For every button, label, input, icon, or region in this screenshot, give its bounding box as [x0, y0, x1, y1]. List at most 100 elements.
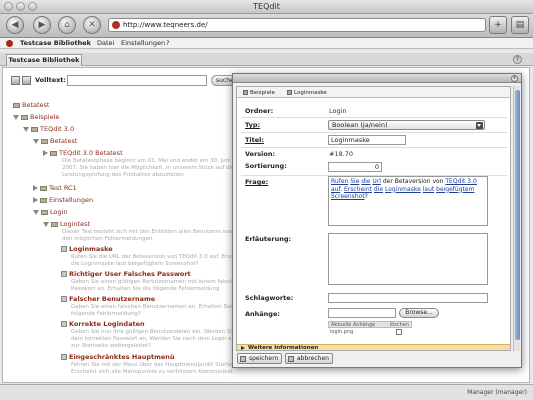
erlaeuterung-textarea[interactable] — [328, 233, 488, 285]
search-label: Volltext: — [35, 76, 67, 84]
browse-button[interactable]: Browse... — [399, 308, 439, 318]
tree-node[interactable]: TEQdit 3.0 Betatest — [43, 149, 123, 157]
testcase-icon — [61, 271, 67, 277]
delete-attachment-checkbox[interactable] — [396, 329, 402, 335]
attachments-table: Aktuelle Anhänge löschen login.png — [328, 321, 412, 336]
ordner-value: Login — [329, 107, 347, 115]
home-button[interactable]: ⌂ — [58, 16, 76, 34]
frage-textarea[interactable]: Rufen Sie die Url der Betaversion von TE… — [328, 176, 488, 226]
teqdit-logo-icon — [6, 40, 13, 47]
app-menubar: Testcase Bibliothek Datei Einstellungen … — [0, 38, 533, 49]
tree-node[interactable]: Eingeschränktes Hauptmenü — [61, 353, 175, 361]
tree-node[interactable]: Richtiger User Falsches Passwort — [61, 270, 191, 278]
testcase-edit-dialog: x Beispiele Loginmaske Ordner: Login Typ… — [232, 73, 522, 368]
back-button[interactable]: ◀ — [6, 16, 24, 34]
breadcrumb-loginmaske[interactable]: Loginmaske — [287, 89, 327, 97]
attachment-row: login.png — [328, 328, 412, 336]
divider — [241, 132, 507, 133]
sortierung-input[interactable]: 0 — [328, 162, 382, 172]
folder-icon — [50, 150, 57, 156]
tree-node[interactable]: Logintest — [43, 220, 90, 228]
address-bar[interactable]: http://www.teqneers.de/ — [108, 18, 486, 32]
stop-button[interactable]: ✕ — [83, 16, 101, 34]
folder-icon — [41, 138, 48, 144]
add-bookmark-icon: + — [494, 20, 502, 30]
erlaeuterung-label: Erläuterung: — [245, 235, 292, 243]
window-title: TEQdit — [253, 2, 280, 11]
browser-toolbar: ◀ ▶ ⌂ ✕ http://www.teqneers.de/ + ▤ — [0, 14, 533, 38]
expand-all-button[interactable] — [11, 76, 20, 85]
tree-node[interactable]: Loginmaske — [61, 245, 113, 253]
cancel-button[interactable]: abbrechen — [285, 353, 333, 364]
breadcrumb-beispiele[interactable]: Beispiele — [243, 89, 275, 97]
folder-icon — [40, 197, 47, 203]
dialog-scrollbar[interactable] — [513, 86, 520, 351]
folder-icon — [21, 114, 28, 120]
site-favicon-icon — [112, 21, 120, 29]
tab-strip: Testcase Bibliothek ? — [0, 53, 533, 66]
version-value: #18.70 — [329, 150, 354, 158]
menu-testcase-bibliothek[interactable]: Testcase Bibliothek — [20, 38, 91, 49]
scrollbar-thumb[interactable] — [515, 90, 520, 340]
window-titlebar: TEQdit — [0, 0, 533, 14]
folder-icon — [13, 102, 20, 108]
anhaenge-label: Anhänge: — [245, 310, 280, 318]
sidebar-button[interactable]: ▤ — [511, 16, 529, 34]
minimize-window-button[interactable] — [16, 2, 25, 11]
tree-node[interactable]: Korrekte Logindaten — [61, 320, 145, 328]
close-window-button[interactable] — [4, 2, 13, 11]
ordner-label: Ordner: — [245, 107, 274, 115]
collapse-all-button[interactable] — [22, 76, 31, 85]
dialog-form: Beispiele Loginmaske Ordner: Login Typ: … — [236, 86, 511, 351]
tree-node[interactable]: Betatest — [13, 101, 49, 109]
node-description: Geben Sie einen gültigen Benutzernamen m… — [71, 279, 233, 292]
help-icon[interactable]: ? — [513, 55, 522, 64]
weitere-informationen-toggle[interactable]: Weitere Informationen — [237, 344, 510, 350]
typ-select[interactable]: Boolean (ja/nein) — [328, 120, 485, 130]
menu-datei[interactable]: Datei — [97, 38, 114, 49]
menu-help[interactable]: ? — [166, 38, 169, 49]
tab-testcase-bibliothek[interactable]: Testcase Bibliothek — [6, 54, 82, 66]
forward-button[interactable]: ▶ — [33, 16, 51, 34]
testcase-icon — [61, 354, 67, 360]
tree-node[interactable]: Betatest — [33, 137, 77, 145]
tree-node[interactable]: Beispiele — [13, 113, 59, 121]
save-button[interactable]: speichern — [237, 353, 283, 364]
sortierung-label: Sortierung: — [245, 162, 287, 170]
tree-node[interactable]: Falscher Benutzername — [61, 295, 155, 303]
search-input[interactable] — [67, 75, 207, 86]
bookmark-button[interactable]: + — [489, 16, 507, 34]
folder-icon — [243, 90, 248, 95]
tree-node[interactable]: Login — [33, 208, 68, 216]
collapse-arrow-icon — [33, 197, 38, 203]
frage-label: Frage: — [245, 178, 269, 186]
file-path-input[interactable] — [328, 308, 396, 318]
dialog-titlebar[interactable]: x — [233, 74, 521, 83]
expand-arrow-icon — [13, 114, 19, 120]
node-description: Geben Sie einen falschen Benutzernamen a… — [71, 304, 233, 317]
menu-einstellungen[interactable]: Einstellungen — [121, 38, 165, 49]
testcase-icon — [61, 246, 67, 252]
node-description: Dieser Test bezieht sich mit den Entität… — [62, 229, 233, 242]
zoom-window-button[interactable] — [28, 2, 37, 11]
tree-node[interactable]: Test RC1 — [33, 184, 77, 192]
expand-arrow-icon — [33, 209, 39, 215]
folder-icon — [41, 209, 48, 215]
testcase-icon — [61, 321, 67, 327]
tree-node[interactable]: Einstellungen — [33, 196, 93, 204]
node-description: Fahren Sie mit der Maus über das Hauptme… — [71, 362, 233, 375]
url-text: http://www.teqneers.de/ — [123, 21, 208, 29]
collapse-arrow-icon — [43, 150, 48, 156]
titel-label: Titel: — [245, 136, 265, 144]
testcase-icon — [61, 296, 67, 302]
titel-input[interactable]: Loginmaske — [328, 135, 406, 145]
schlagworte-input[interactable] — [328, 293, 488, 303]
expand-arrow-icon — [43, 221, 49, 227]
tree-node[interactable]: TEQdit 3.0 — [23, 125, 74, 133]
chevron-down-icon — [476, 122, 483, 129]
collapse-arrow-icon — [33, 185, 38, 191]
dialog-close-icon[interactable]: x — [511, 75, 518, 82]
back-icon: ◀ — [11, 20, 19, 30]
attachments-header: Aktuelle Anhänge löschen — [328, 321, 412, 328]
testcase-icon — [287, 90, 292, 95]
